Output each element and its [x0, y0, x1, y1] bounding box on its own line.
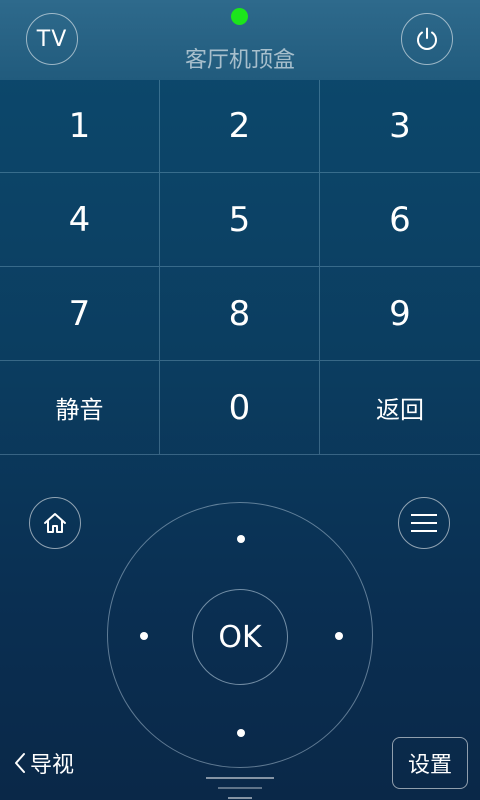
- up-dot-icon: [237, 535, 245, 543]
- guide-button[interactable]: 导视: [12, 746, 74, 780]
- key-0[interactable]: 0: [160, 361, 320, 455]
- left-dot-icon: [140, 632, 148, 640]
- ok-button[interactable]: OK: [192, 589, 288, 685]
- settings-button-label: 设置: [407, 753, 452, 778]
- menu-button[interactable]: [398, 497, 450, 549]
- key-3[interactable]: 3: [320, 80, 480, 173]
- power-icon: [417, 27, 437, 50]
- drawer-handle[interactable]: [206, 776, 274, 800]
- handle-line: [228, 797, 252, 799]
- header-bar: TV 客厅机顶盒: [0, 0, 480, 80]
- connection-status-indicator: [231, 8, 248, 25]
- key-8[interactable]: 8: [160, 267, 320, 361]
- key-5[interactable]: 5: [160, 173, 320, 267]
- chevron-left-icon: [15, 753, 25, 773]
- back-button[interactable]: 返回: [320, 361, 480, 455]
- dpad-up[interactable]: [221, 519, 261, 559]
- direction-pad: OK: [107, 502, 373, 768]
- right-dot-icon: [335, 632, 343, 640]
- power-button[interactable]: [401, 13, 453, 65]
- home-button[interactable]: [29, 497, 81, 549]
- guide-button-label: 导视: [30, 753, 75, 778]
- key-9[interactable]: 9: [320, 267, 480, 361]
- handle-line: [218, 787, 262, 789]
- mute-button[interactable]: 静音: [0, 361, 160, 455]
- key-7[interactable]: 7: [0, 267, 160, 361]
- key-4[interactable]: 4: [0, 173, 160, 267]
- settings-button[interactable]: 设置: [392, 737, 468, 789]
- down-dot-icon: [237, 729, 245, 737]
- home-icon: [44, 513, 66, 533]
- dpad-right[interactable]: [319, 616, 359, 656]
- handle-line: [206, 777, 274, 779]
- menu-icon: [411, 514, 437, 532]
- ok-button-label: OK: [218, 619, 262, 655]
- dpad-left[interactable]: [124, 616, 164, 656]
- key-1[interactable]: 1: [0, 80, 160, 173]
- key-6[interactable]: 6: [320, 173, 480, 267]
- dpad-down[interactable]: [221, 713, 261, 753]
- key-2[interactable]: 2: [160, 80, 320, 173]
- number-keypad: 1 2 3 4 5 6 7 8 9 静音 0 返回: [0, 80, 480, 455]
